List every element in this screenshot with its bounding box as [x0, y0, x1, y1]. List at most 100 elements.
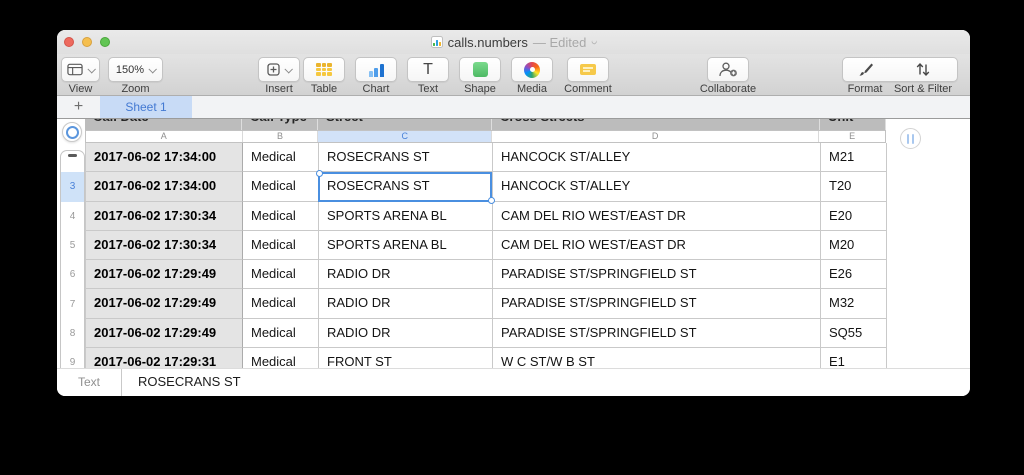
sort-filter-arrows-icon	[915, 62, 931, 77]
cell-E4[interactable]: E20	[821, 202, 887, 231]
row-number-6[interactable]: 6	[61, 260, 84, 289]
cell-C9[interactable]: FRONT ST	[319, 348, 493, 368]
collaborate-button[interactable]	[707, 57, 749, 82]
cell-E8[interactable]: SQ55	[821, 319, 887, 348]
sheet-canvas: Call DateCall TypeStreetCross StreetsUni…	[57, 119, 970, 368]
row-number-5[interactable]: 5	[61, 231, 84, 260]
cell-B8[interactable]: Medical	[243, 319, 319, 348]
table-select-handle[interactable]	[62, 122, 82, 142]
table-button[interactable]	[303, 57, 345, 82]
column-letter-c[interactable]: C	[318, 131, 492, 142]
cell-format-type[interactable]: Text	[57, 369, 122, 396]
cell-B4[interactable]: Medical	[243, 202, 319, 231]
fullscreen-button[interactable]	[100, 37, 110, 47]
cell-E5[interactable]: M20	[821, 231, 887, 260]
text-tool: T Text	[407, 57, 449, 82]
cell-A8[interactable]: 2017-06-02 17:29:49	[86, 319, 243, 348]
cell-A5[interactable]: 2017-06-02 17:30:34	[86, 231, 243, 260]
cell-C8[interactable]: RADIO DR	[319, 319, 493, 348]
cell-C3[interactable]: ROSECRANS ST	[319, 172, 493, 201]
shape-button[interactable]	[459, 57, 501, 82]
cell-A6[interactable]: 2017-06-02 17:29:49	[86, 260, 243, 289]
column-header-street[interactable]: Street	[318, 119, 492, 130]
cell-D6[interactable]: PARADISE ST/SPRINGFIELD ST	[493, 260, 821, 289]
collaborate-tool: Collaborate	[707, 57, 749, 82]
view-label: View	[69, 83, 93, 95]
column-letter-a[interactable]: A	[86, 131, 243, 142]
add-column-handle[interactable]	[900, 128, 921, 149]
row-number-8[interactable]: 8	[61, 319, 84, 348]
zoom-tool: 150% Zoom	[108, 57, 163, 82]
cell-E6[interactable]: E26	[821, 260, 887, 289]
sort-filter-button[interactable]	[888, 58, 957, 81]
cell-E3[interactable]: T20	[821, 172, 887, 201]
cell-E7[interactable]: M32	[821, 289, 887, 318]
row-number-3[interactable]: 3	[61, 172, 84, 201]
cell-B6[interactable]: Medical	[243, 260, 319, 289]
row-number-clipped	[68, 154, 77, 157]
cell-A3[interactable]: 2017-06-02 17:34:00	[86, 172, 243, 201]
insert-tool: Insert	[258, 57, 300, 82]
column-letter-e[interactable]: E	[819, 131, 885, 142]
cell-B5[interactable]: Medical	[243, 231, 319, 260]
cell-C6[interactable]: RADIO DR	[319, 260, 493, 289]
cell-D3[interactable]: HANCOCK ST/ALLEY	[493, 172, 821, 201]
zoom-button[interactable]: 150%	[108, 57, 163, 82]
table-icon	[316, 63, 332, 76]
cell-format-bar: Text ROSECRANS ST	[57, 368, 970, 396]
add-sheet-button[interactable]: +	[57, 96, 100, 118]
cell-content-text[interactable]: ROSECRANS ST	[138, 369, 241, 395]
cell-C5[interactable]: SPORTS ARENA BL	[319, 231, 493, 260]
cell-C7[interactable]: RADIO DR	[319, 289, 493, 318]
view-panes-icon	[67, 63, 83, 76]
cell-D9[interactable]: W C ST/W B ST	[493, 348, 821, 368]
chevron-down-icon	[284, 65, 292, 73]
cell-E9[interactable]: E1	[821, 348, 887, 368]
close-button[interactable]	[64, 37, 74, 47]
column-header-unit[interactable]: Unit	[820, 119, 886, 130]
column-header-call-date[interactable]: Call Date	[85, 119, 242, 130]
column-letter-b[interactable]: B	[243, 131, 319, 142]
shape-tool: Shape	[459, 57, 501, 82]
chart-button[interactable]	[355, 57, 397, 82]
chevron-down-icon	[149, 65, 157, 73]
cell-A9[interactable]: 2017-06-02 17:29:31	[86, 348, 243, 368]
comment-button[interactable]	[567, 57, 609, 82]
cell-C2[interactable]: ROSECRANS ST	[319, 143, 493, 172]
data-table: 2017-06-02 17:34:00MedicalROSECRANS STHA…	[85, 143, 887, 368]
edited-status: — Edited	[533, 35, 586, 50]
cell-B9[interactable]: Medical	[243, 348, 319, 368]
column-header-cross-streets[interactable]: Cross Streets	[492, 119, 820, 130]
insert-button[interactable]	[258, 57, 300, 82]
media-button[interactable]	[511, 57, 553, 82]
chevron-down-icon	[87, 65, 95, 73]
cell-D7[interactable]: PARADISE ST/SPRINGFIELD ST	[493, 289, 821, 318]
cell-D8[interactable]: PARADISE ST/SPRINGFIELD ST	[493, 319, 821, 348]
cell-D2[interactable]: HANCOCK ST/ALLEY	[493, 143, 821, 172]
cell-A4[interactable]: 2017-06-02 17:30:34	[86, 202, 243, 231]
column-header-call-type[interactable]: Call Type	[242, 119, 318, 130]
cell-B2[interactable]: Medical	[243, 143, 319, 172]
view-button[interactable]	[61, 57, 100, 82]
cell-B7[interactable]: Medical	[243, 289, 319, 318]
tab-sheet-1[interactable]: Sheet 1	[100, 96, 192, 118]
comment-bubble-icon	[580, 64, 596, 75]
zoom-label: Zoom	[121, 83, 149, 95]
format-button[interactable]	[843, 58, 888, 81]
text-button[interactable]: T	[407, 57, 449, 82]
format-brush-icon	[858, 62, 874, 78]
cell-C4[interactable]: SPORTS ARENA BL	[319, 202, 493, 231]
cell-A2[interactable]: 2017-06-02 17:34:00	[86, 143, 243, 172]
minimize-button[interactable]	[82, 37, 92, 47]
cell-B3[interactable]: Medical	[243, 172, 319, 201]
cell-D5[interactable]: CAM DEL RIO WEST/EAST DR	[493, 231, 821, 260]
format-sort-group: Format Sort & Filter	[842, 57, 958, 82]
row-number-4[interactable]: 4	[61, 202, 84, 231]
cell-D4[interactable]: CAM DEL RIO WEST/EAST DR	[493, 202, 821, 231]
column-letter-d[interactable]: D	[492, 131, 819, 142]
cell-E2[interactable]: M21	[821, 143, 887, 172]
title-chevron-icon[interactable]	[591, 38, 598, 45]
cell-A7[interactable]: 2017-06-02 17:29:49	[86, 289, 243, 318]
row-number-9[interactable]: 9	[61, 348, 84, 368]
row-number-7[interactable]: 7	[61, 290, 84, 319]
